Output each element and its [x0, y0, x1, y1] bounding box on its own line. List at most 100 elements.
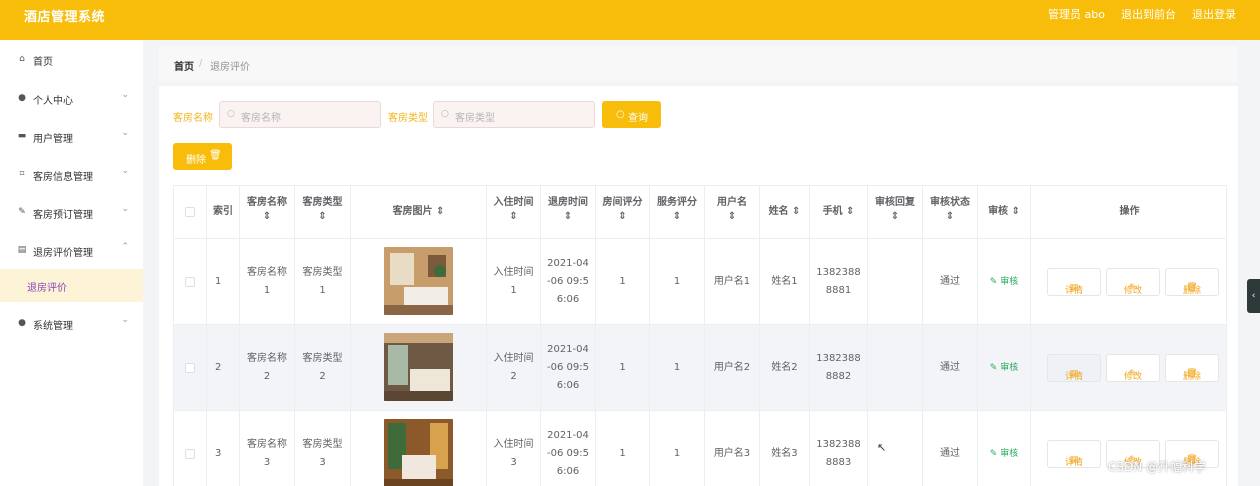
audit-link[interactable]: ✎ 审核	[978, 445, 1030, 463]
cell-room-type: 客房类型 3	[302, 439, 343, 468]
cell-checkin: 入住时间 1	[493, 267, 534, 296]
header-phone[interactable]: 手机 ⇕	[810, 186, 868, 239]
cell-status: 通过	[940, 276, 960, 287]
room-image[interactable]	[384, 247, 453, 315]
sort-icon: ⇕	[436, 206, 445, 217]
row-checkbox[interactable]	[185, 363, 195, 373]
search-icon: ○	[441, 109, 449, 119]
edit-icon: ✎	[989, 363, 998, 373]
home-icon: ⌂	[19, 54, 25, 64]
review-table: 索引 客房名称 ⇕ 客房类型 ⇕ 客房图片 ⇕ 入住时间 ⇕ 退房时间 ⇕ 房间评分 ⇕ …	[173, 185, 1227, 486]
audit-link[interactable]: ✎ 审核	[978, 273, 1030, 291]
header-service-score[interactable]: 服务评分 ⇕	[650, 186, 705, 239]
edit-button[interactable]: ✎ 修改	[1106, 268, 1160, 296]
app-title: 酒店管理系统	[24, 10, 106, 25]
header-label: 审核状态	[930, 197, 970, 208]
cell-service-score: 1	[673, 362, 681, 373]
detail-button[interactable]: ▤ 详情	[1047, 268, 1101, 296]
sidebar-item-profile[interactable]: ● 个人中心 ⌄	[0, 80, 143, 116]
breadcrumb-home[interactable]: 首页	[174, 58, 194, 73]
sidebar-item-label: 退房评价管理	[33, 248, 93, 259]
sidebar-item-system[interactable]: ● 系统管理 ⌄	[0, 305, 143, 341]
query-button[interactable]: ○ 查询	[602, 101, 661, 128]
crop-icon: ⌗	[19, 169, 25, 179]
detail-button[interactable]: ▤ 详情	[1047, 354, 1101, 382]
header-username[interactable]: 用户名 ⇕	[705, 186, 760, 239]
chevron-down-icon: ⌄	[121, 90, 129, 100]
header-label: 客房名称	[247, 197, 287, 208]
room-name-placeholder: 客房名称	[241, 113, 281, 124]
chevron-down-icon: ⌄	[121, 166, 129, 176]
cell-service-score: 1	[673, 448, 681, 459]
header-label: 姓名	[768, 206, 789, 217]
logout-link[interactable]: 退出登录	[1192, 6, 1236, 22]
collapse-tab[interactable]: ‹	[1247, 279, 1260, 313]
sidebar-item-home[interactable]: ⌂ 首页	[0, 41, 143, 77]
header-audit[interactable]: 审核 ⇕	[978, 186, 1031, 239]
header-status[interactable]: 审核状态 ⇕	[923, 186, 978, 239]
room-type-placeholder: 客房类型	[455, 113, 495, 124]
sidebar-subitem-review[interactable]: 退房评价	[0, 269, 143, 302]
location-icon: ●	[18, 318, 26, 328]
cell-status: 通过	[940, 448, 960, 459]
cell-room-score: 1	[619, 448, 626, 459]
breadcrumb: 首页 / 退房评价	[159, 46, 1238, 82]
chevron-down-icon: ⌄	[121, 128, 129, 138]
sidebar-item-users[interactable]: ▬ 用户管理 ⌄	[0, 118, 143, 154]
header-room-name[interactable]: 客房名称 ⇕	[240, 186, 295, 239]
header-label: 手机	[822, 206, 843, 217]
sort-icon: ⇕	[945, 211, 955, 222]
cell-room-name: 客房名称 3	[247, 439, 287, 468]
header-room-score[interactable]: 房间评分 ⇕	[596, 186, 650, 239]
admin-name[interactable]: 管理员 abo	[1048, 6, 1105, 22]
room-name-input[interactable]: ○ 客房名称	[219, 101, 381, 128]
edit-icon: ✎	[989, 449, 998, 459]
delete-button-label: 删除	[186, 155, 206, 166]
header-actions: 操作	[1031, 186, 1226, 239]
room-type-label: 客房类型	[388, 113, 428, 124]
user-icon: ●	[18, 93, 26, 103]
header-checkout[interactable]: 退房时间 ⇕	[541, 186, 596, 239]
cell-phone: 1382388 8881	[816, 267, 861, 296]
cell-phone: 1382388 8882	[816, 353, 861, 382]
cell-index: 2	[215, 362, 222, 373]
room-type-input[interactable]: ○ 客房类型	[433, 101, 595, 128]
header-room-image[interactable]: 客房图片 ⇕	[351, 186, 487, 239]
search-icon: ○	[616, 109, 625, 120]
delete-button[interactable]: 🗑 删除	[1165, 354, 1219, 382]
cell-phone: 1382388 8883	[816, 439, 861, 468]
cell-room-name: 客房名称 2	[247, 353, 287, 382]
cell-room-score: 1	[619, 276, 626, 287]
header-room-type[interactable]: 客房类型 ⇕	[295, 186, 351, 239]
sidebar-item-label: 客房预订管理	[33, 210, 93, 221]
sort-icon: ⇕	[672, 211, 682, 222]
cell-room-type: 客房类型 1	[302, 267, 343, 296]
sidebar-item-label: 系统管理	[33, 321, 73, 332]
header-name[interactable]: 姓名 ⇕	[760, 186, 810, 239]
sort-icon: ⇕	[890, 211, 900, 222]
detail-button[interactable]: ▤ 详情	[1047, 440, 1101, 468]
select-all-checkbox[interactable]	[185, 207, 195, 217]
edit-button[interactable]: ✎ 修改	[1106, 354, 1160, 382]
sidebar-item-room-info[interactable]: ⌗ 客房信息管理 ⌄	[0, 156, 143, 192]
briefcase-icon: ▤	[17, 245, 27, 255]
header-reply[interactable]: 审核回复 ⇕	[868, 186, 923, 239]
row-checkbox[interactable]	[185, 449, 195, 459]
row-checkbox[interactable]	[185, 277, 195, 287]
sidebar-item-checkout-review[interactable]: ▤ 退房评价管理 ⌃	[0, 232, 143, 268]
watermark: CSDN @升幅科学	[1108, 460, 1207, 474]
cell-name: 姓名1	[771, 276, 798, 287]
room-image[interactable]	[384, 333, 453, 401]
delete-button[interactable]: 🗑 删除	[1165, 268, 1219, 296]
room-image[interactable]	[384, 419, 453, 486]
header-checkin[interactable]: 入住时间 ⇕	[487, 186, 541, 239]
header-label: 入住时间	[493, 197, 534, 208]
cell-room-name: 客房名称 1	[247, 267, 287, 296]
exit-to-front-link[interactable]: 退出到前台	[1121, 6, 1176, 22]
sidebar-item-booking[interactable]: ✎ 客房预订管理 ⌄	[0, 194, 143, 230]
sort-icon: ⇕	[509, 211, 518, 222]
sidebar-item-label: 首页	[33, 57, 53, 68]
select-all-header	[174, 186, 207, 239]
delete-selected-button[interactable]: 删除 🗑	[173, 143, 232, 170]
audit-link[interactable]: ✎ 审核	[978, 359, 1030, 377]
